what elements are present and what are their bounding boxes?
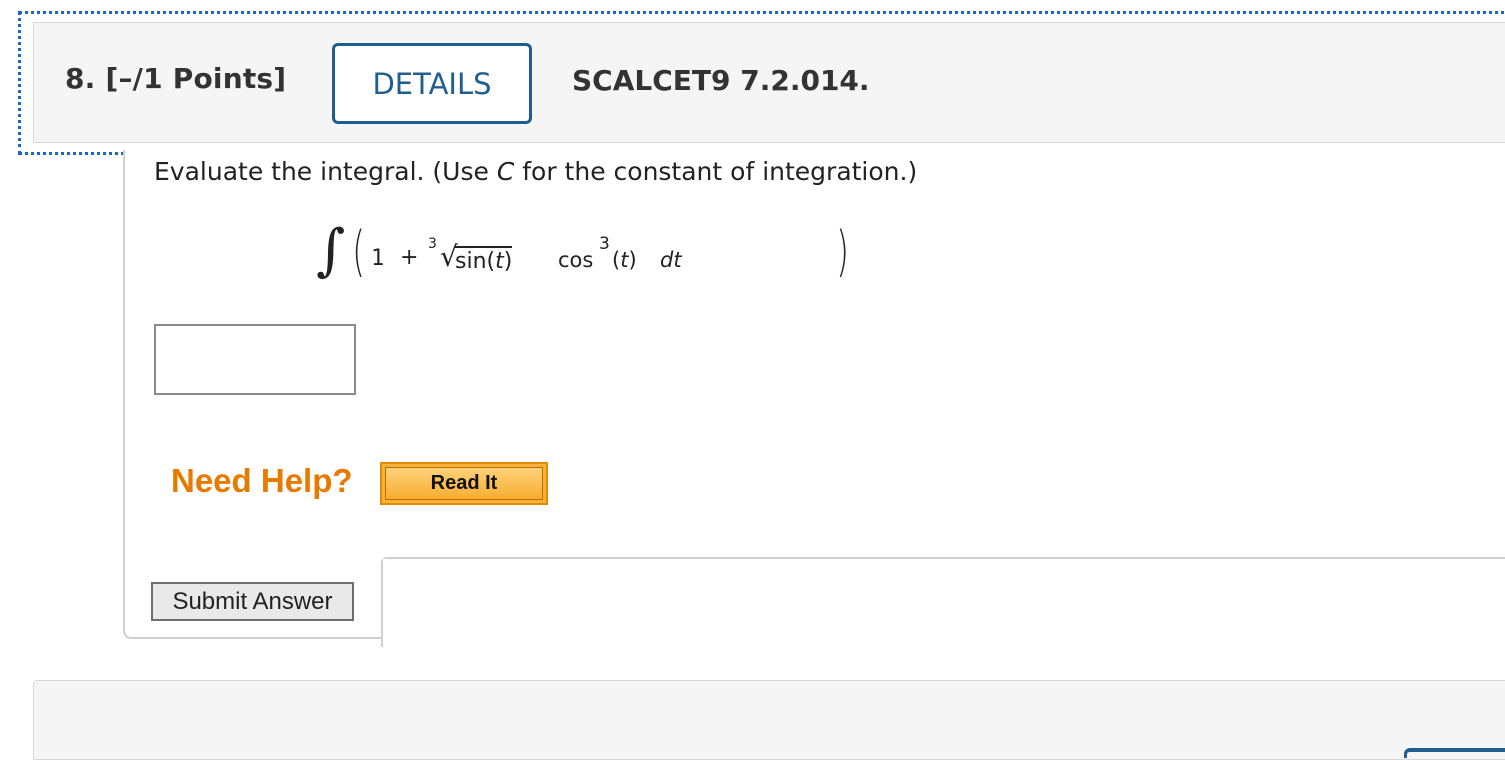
need-help-label: Need Help? <box>171 462 353 499</box>
question-prompt: Evaluate the integral. (Use C for the co… <box>154 157 917 186</box>
read-it-label: Read It <box>385 467 543 500</box>
right-paren: ) <box>836 220 849 283</box>
answer-input[interactable] <box>154 324 356 395</box>
integral-sign: ∫ <box>316 218 346 283</box>
question-number: 8. <box>65 62 96 95</box>
next-details-button[interactable] <box>1404 748 1505 758</box>
differential: dt <box>660 248 682 272</box>
constant-variable: C <box>496 157 515 186</box>
prompt-text-start: Evaluate the integral. (Use <box>154 157 497 186</box>
radicand: sin(t) <box>455 246 513 274</box>
cos-function: cos <box>558 248 594 272</box>
plus-sign: + <box>400 245 419 270</box>
constant-one: 1 <box>371 246 385 271</box>
prompt-text-end: for the constant of integration.) <box>514 157 918 186</box>
points-label: [–/1 Points] <box>105 62 287 95</box>
read-it-button[interactable]: Read It <box>380 462 548 505</box>
question-id: SCALCET9 7.2.014. <box>572 64 870 97</box>
next-question-header <box>33 680 1505 760</box>
left-paren: ( <box>352 220 365 283</box>
details-button[interactable]: DETAILS <box>332 43 532 124</box>
cos-argument: (t) <box>612 248 637 272</box>
question-number-points: 8. [–/1 Points] <box>65 62 286 95</box>
root-index: 3 <box>428 236 437 252</box>
submit-answer-button[interactable]: Submit Answer <box>151 582 354 621</box>
cos-exponent: 3 <box>599 234 610 254</box>
